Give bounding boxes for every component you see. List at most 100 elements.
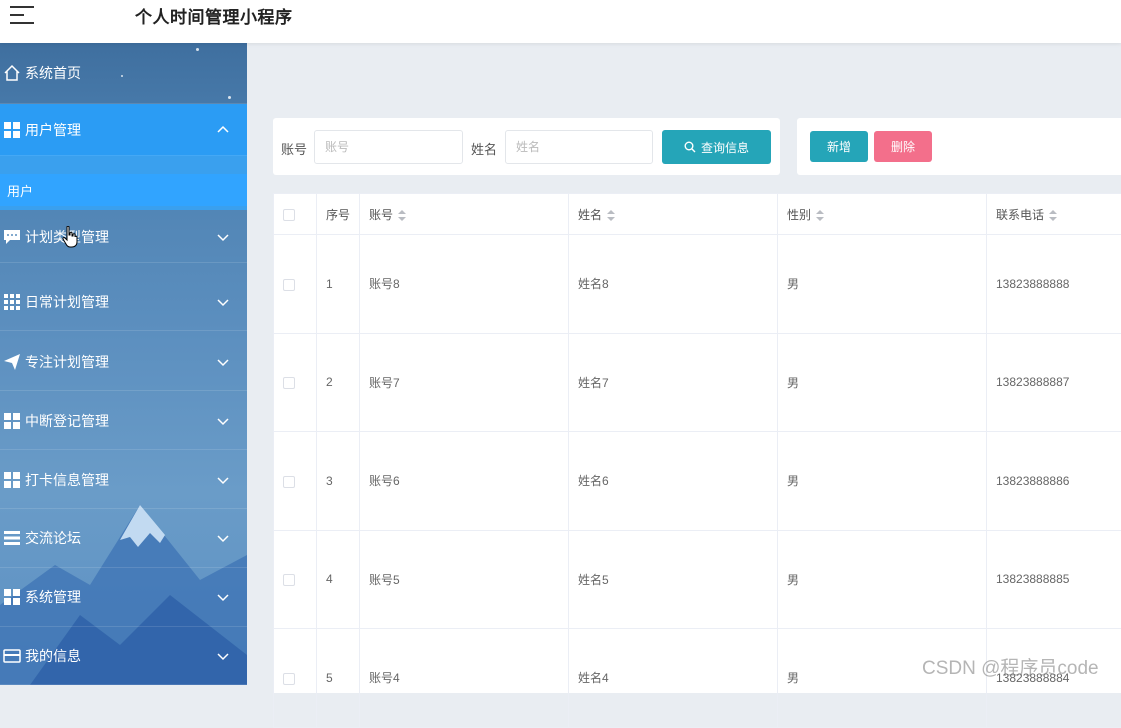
table-cell: 13823888886: [987, 432, 1121, 531]
name-label: 姓名: [471, 139, 497, 158]
sidebar-item-label: 系统管理: [25, 587, 217, 607]
delete-button[interactable]: 删除: [874, 131, 932, 162]
table-cell: 3: [317, 432, 360, 531]
column-header: 序号: [317, 194, 360, 235]
column-header[interactable]: 姓名: [569, 194, 778, 235]
app-title: 个人时间管理小程序: [135, 3, 293, 28]
search-panel: 账号 姓名 查询信息: [273, 118, 780, 175]
menu-toggle-icon[interactable]: [10, 4, 34, 24]
row-checkbox[interactable]: [283, 476, 295, 488]
table-cell: 账号7: [360, 333, 569, 432]
chevron-down-icon: [217, 532, 229, 544]
table-cell: 男: [778, 530, 987, 629]
row-select-cell: [274, 333, 317, 432]
card-icon: [3, 647, 21, 665]
table-row[interactable]: 2 账号7 姓名7 男 13823888887: [274, 333, 1121, 432]
sidebar-item-user-management[interactable]: 用户管理: [0, 104, 247, 156]
table-cell: 账号5: [360, 530, 569, 629]
chevron-down-icon: [217, 231, 229, 243]
sidebar-item-label: 用户管理: [25, 120, 217, 140]
table-cell: 男: [778, 235, 987, 334]
grid-icon: [3, 588, 21, 606]
sidebar-item-checkin[interactable]: 打卡信息管理: [0, 451, 247, 509]
search-icon: [684, 141, 696, 153]
sidebar-item-daily-plan[interactable]: 日常计划管理: [0, 274, 247, 331]
sidebar-item-label: 日常计划管理: [25, 292, 217, 312]
sort-icon[interactable]: [607, 210, 615, 221]
table-cell: 13823888888: [987, 235, 1121, 334]
list-icon: [3, 529, 21, 547]
sidebar-item-focus-plan[interactable]: 专注计划管理: [0, 333, 247, 391]
top-bar: 个人时间管理小程序: [0, 0, 1121, 43]
search-button[interactable]: 查询信息: [662, 130, 771, 164]
table-cell: 5: [317, 629, 360, 728]
table-cell: 姓名5: [569, 530, 778, 629]
sort-icon[interactable]: [816, 210, 824, 221]
name-search-input[interactable]: [505, 130, 653, 164]
table-cell: 4: [317, 530, 360, 629]
column-header-label: 联系电话: [996, 208, 1044, 222]
sidebar-item-system[interactable]: 系统管理: [0, 568, 247, 627]
sidebar-item-interrupt[interactable]: 中断登记管理: [0, 392, 247, 450]
grid-icon: [3, 412, 21, 430]
sidebar-subitem-user[interactable]: 用户: [0, 174, 247, 206]
table-row[interactable]: 4 账号5 姓名5 男 13823888885: [274, 530, 1121, 629]
sort-icon[interactable]: [398, 210, 406, 221]
table-cell: 2: [317, 333, 360, 432]
chevron-down-icon: [217, 591, 229, 603]
table-cell: 姓名7: [569, 333, 778, 432]
account-search-input[interactable]: [314, 130, 463, 164]
column-header[interactable]: 账号: [360, 194, 569, 235]
grid-icon: [3, 121, 21, 139]
sidebar-item-home[interactable]: 系统首页: [0, 43, 247, 104]
watermark: CSDN @程序员code: [922, 653, 1099, 680]
table-cell: 姓名8: [569, 235, 778, 334]
table-cell: 账号4: [360, 629, 569, 728]
chevron-down-icon: [217, 356, 229, 368]
row-select-cell: [274, 629, 317, 728]
mouse-cursor-icon: [62, 226, 78, 248]
row-select-cell: [274, 235, 317, 334]
user-table: 序号 账号 姓名 性别 联系电话 1 账号8 姓名8 男 13823888888…: [273, 193, 1121, 693]
sidebar-item-forum[interactable]: 交流论坛: [0, 509, 247, 568]
column-header[interactable]: 联系电话: [987, 194, 1121, 235]
table-cell: 男: [778, 333, 987, 432]
sidebar-item-label: 专注计划管理: [25, 352, 217, 372]
select-all-checkbox[interactable]: [283, 209, 295, 221]
chevron-down-icon: [217, 474, 229, 486]
table-cell: 账号8: [360, 235, 569, 334]
action-panel: 新增 删除: [797, 118, 1121, 175]
column-header-label: 账号: [369, 208, 393, 222]
account-label: 账号: [281, 139, 307, 158]
sort-icon[interactable]: [1049, 210, 1057, 221]
sidebar: 系统首页 用户管理 用户 计划类型管理 日常计划管理 专注计划管理: [0, 43, 247, 685]
sidebar-item-label: 计划类型管理: [25, 227, 217, 247]
table-row[interactable]: 1 账号8 姓名8 男 13823888888: [274, 235, 1121, 334]
table-cell: 姓名4: [569, 629, 778, 728]
sidebar-item-plan-type[interactable]: 计划类型管理: [0, 211, 247, 263]
sidebar-item-label: 中断登记管理: [25, 411, 217, 431]
column-header-label: 序号: [326, 208, 350, 222]
row-checkbox[interactable]: [283, 673, 295, 685]
sidebar-item-label: 打卡信息管理: [25, 470, 217, 490]
row-checkbox[interactable]: [283, 377, 295, 389]
grid-icon: [3, 471, 21, 489]
row-checkbox[interactable]: [283, 279, 295, 291]
row-select-cell: [274, 432, 317, 531]
table-cell: 13823888887: [987, 333, 1121, 432]
chevron-down-icon: [217, 650, 229, 662]
sidebar-item-label: 系统首页: [25, 63, 247, 83]
sidebar-item-my-info[interactable]: 我的信息: [0, 627, 247, 685]
table-cell: 姓名6: [569, 432, 778, 531]
table-cell: 1: [317, 235, 360, 334]
send-icon: [3, 353, 21, 371]
row-checkbox[interactable]: [283, 574, 295, 586]
column-header[interactable]: 性别: [778, 194, 987, 235]
add-button[interactable]: 新增: [810, 131, 868, 162]
chevron-down-icon: [217, 296, 229, 308]
row-select-cell: [274, 530, 317, 629]
apps-icon: [3, 293, 21, 311]
select-all-cell: [274, 194, 317, 235]
table-row[interactable]: 3 账号6 姓名6 男 13823888886: [274, 432, 1121, 531]
table-cell: 13823888885: [987, 530, 1121, 629]
